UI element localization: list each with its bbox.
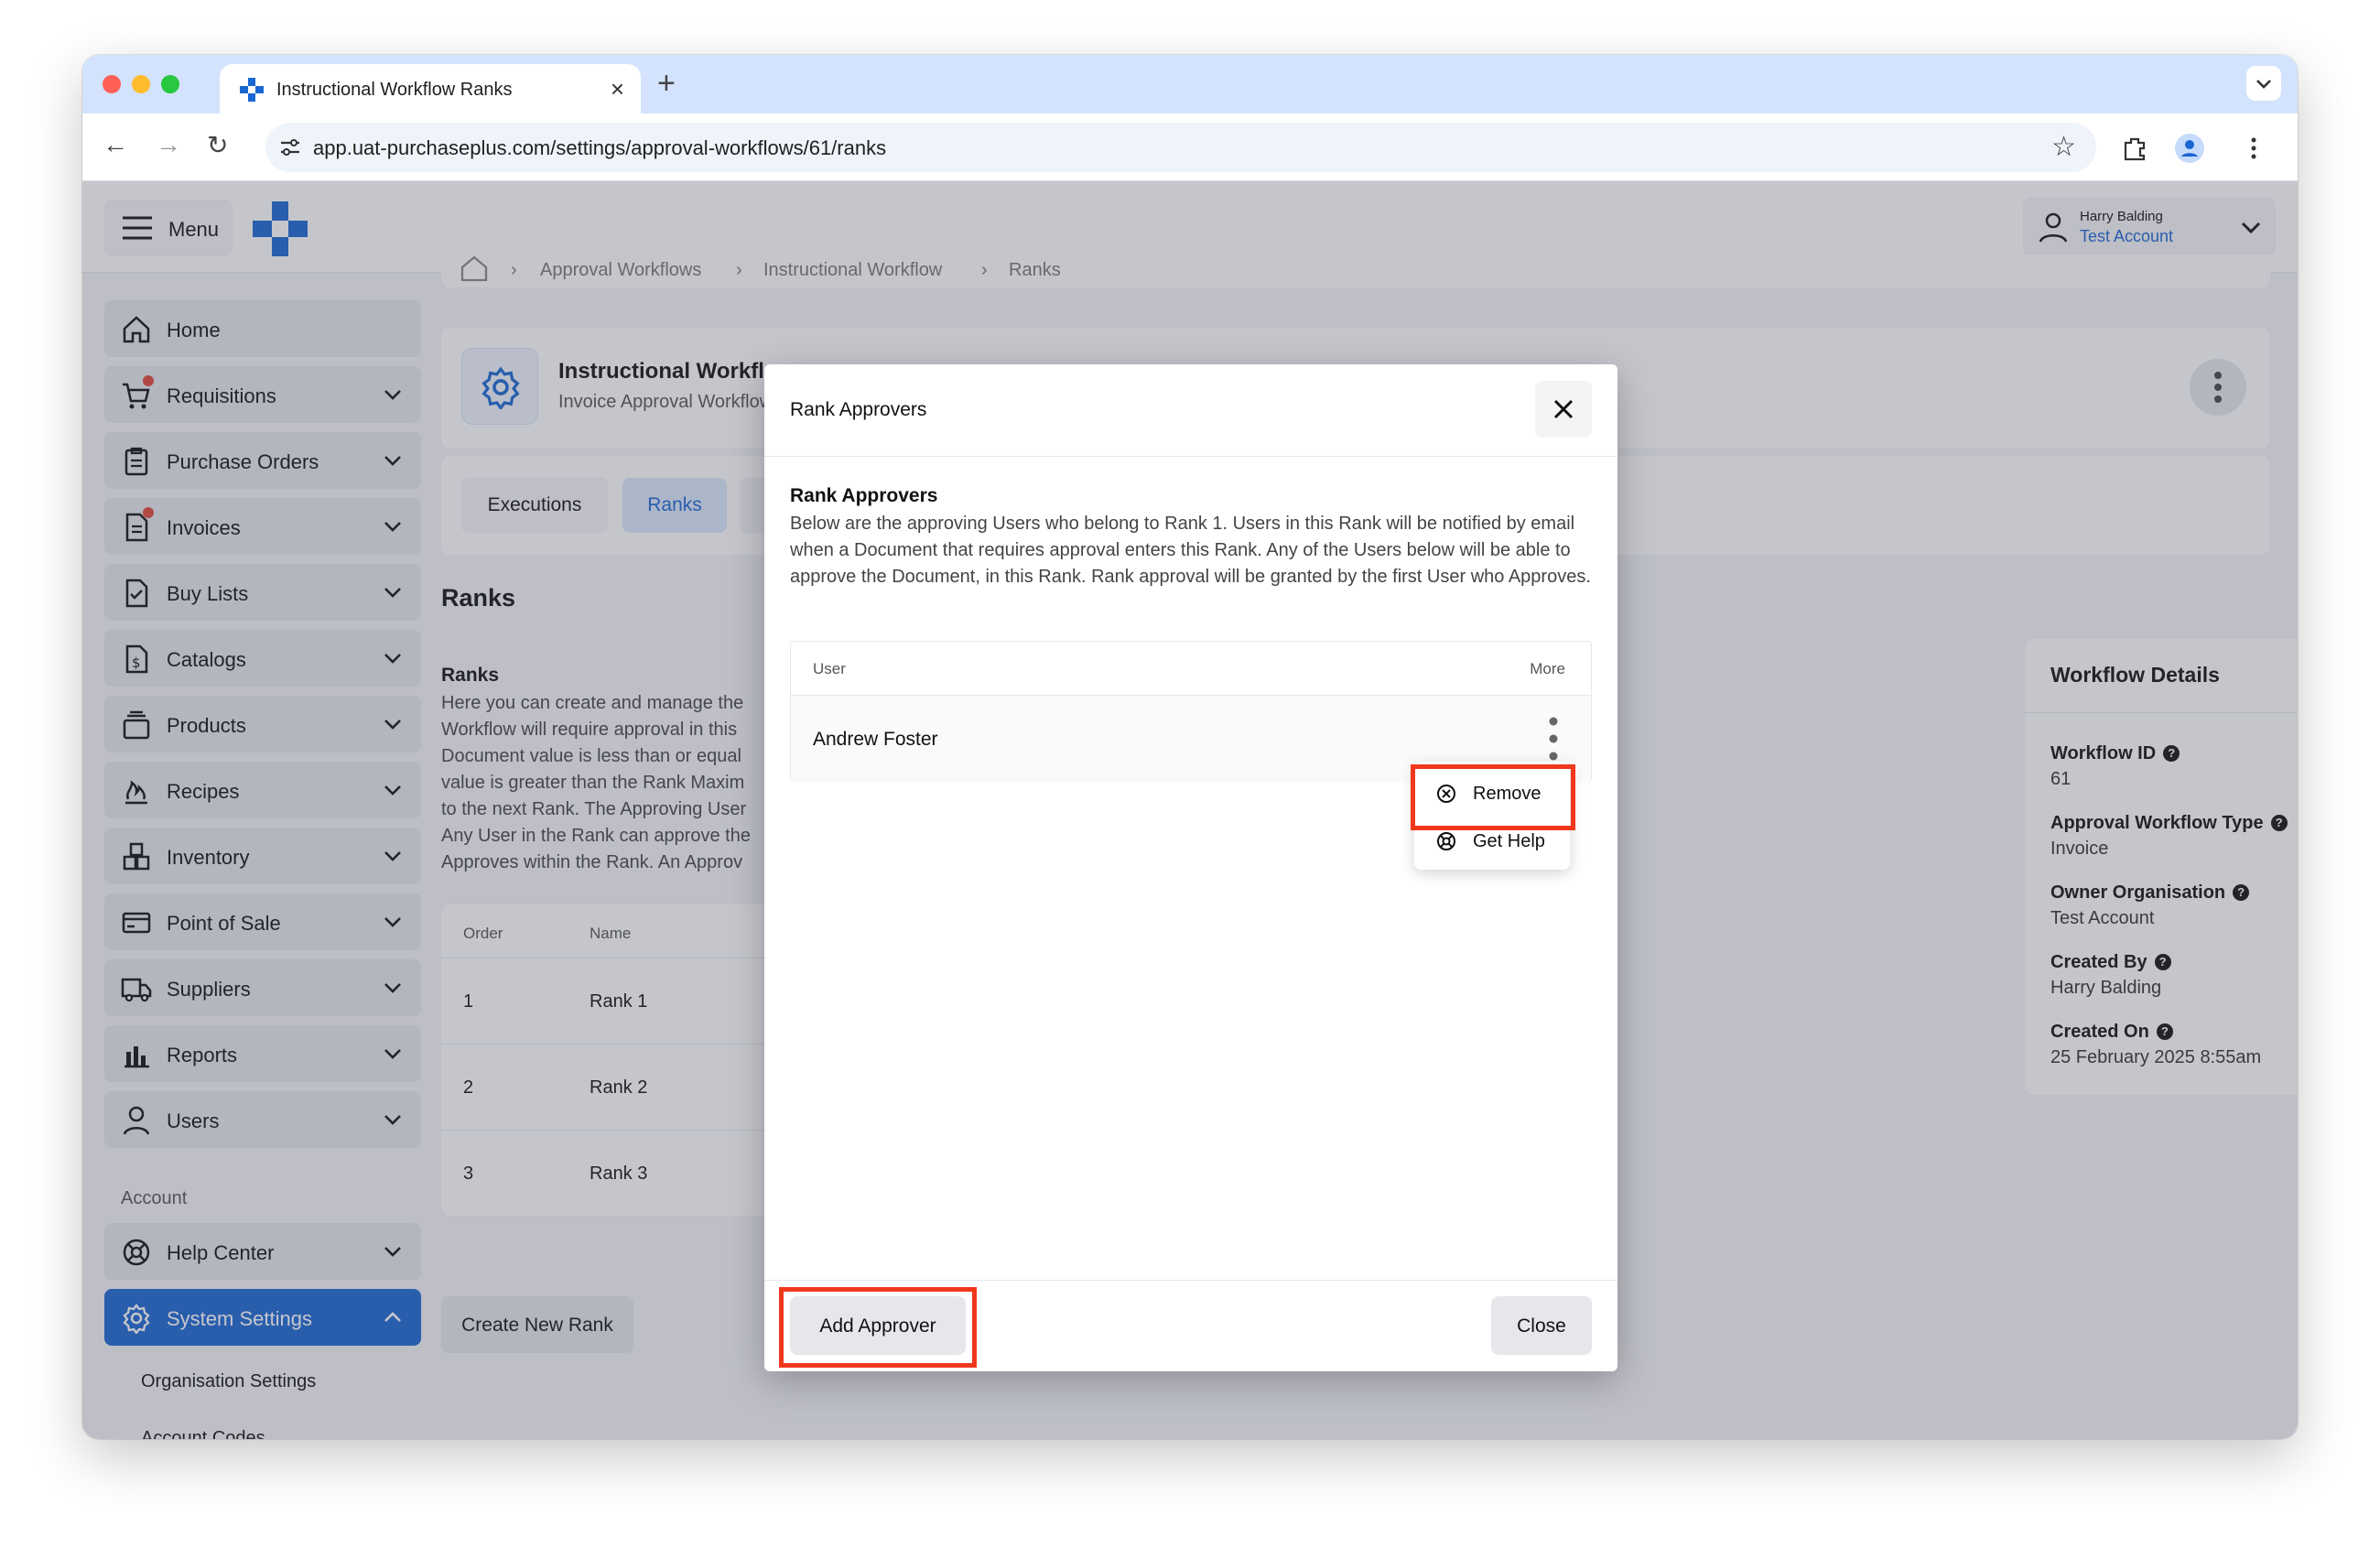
lifebuoy-icon [1437, 832, 1455, 850]
modal-description: Below are the approving Users who belong… [790, 514, 1591, 587]
close-icon [1553, 399, 1574, 419]
profile-icon [2181, 140, 2198, 157]
modal-close-button[interactable] [1535, 381, 1592, 438]
chevron-down-icon [2256, 80, 2271, 89]
close-tab-icon[interactable]: × [611, 75, 624, 103]
browser-tab[interactable]: Instructional Workflow Ranks × [220, 64, 641, 114]
kebab-icon[interactable] [1549, 716, 1558, 762]
browser-toolbar: ← → ↻ app.uat-purchaseplus.com/settings/… [82, 114, 2298, 181]
close-button[interactable]: Close [1491, 1296, 1592, 1355]
divider [764, 1280, 1617, 1281]
app-favicon-icon [240, 78, 264, 102]
approvers-table: User More Andrew Foster [790, 641, 1592, 783]
tab-search-button[interactable] [2246, 66, 2281, 101]
extensions-icon[interactable] [2120, 134, 2149, 163]
browser-tab-title: Instructional Workflow Ranks [276, 80, 513, 100]
address-bar[interactable]: app.uat-purchaseplus.com/settings/approv… [265, 123, 2096, 172]
back-icon[interactable]: ← [103, 130, 128, 159]
browser-tabbar: Instructional Workflow Ranks × + [82, 55, 2298, 114]
maximize-window-button[interactable] [161, 75, 179, 93]
browser-menu-icon[interactable] [2246, 134, 2261, 163]
column-header-user: User [813, 660, 846, 677]
modal-title: Rank Approvers [790, 399, 927, 420]
url-text: app.uat-purchaseplus.com/settings/approv… [313, 136, 887, 159]
page-viewport: Menu Harry Balding Test Account Home Req… [82, 181, 2298, 1439]
profile-avatar[interactable] [2175, 134, 2204, 163]
highlight-add-approver [779, 1287, 977, 1368]
approver-name: Andrew Foster [813, 729, 938, 750]
browser-window: Instructional Workflow Ranks × + ← → ↻ a… [82, 55, 2298, 1439]
new-tab-icon[interactable]: + [657, 66, 676, 102]
rank-approvers-modal: Rank Approvers Rank Approvers Below are … [764, 364, 1617, 1371]
bookmark-star-icon[interactable]: ☆ [2051, 131, 2076, 163]
site-settings-icon[interactable] [278, 135, 302, 159]
forward-icon[interactable]: → [156, 130, 181, 159]
close-window-button[interactable] [103, 75, 121, 93]
minimize-window-button[interactable] [132, 75, 150, 93]
highlight-remove [1411, 764, 1575, 830]
divider [764, 456, 1617, 457]
reload-icon[interactable]: ↻ [207, 130, 228, 160]
get-help-label: Get Help [1473, 831, 1545, 851]
modal-heading: Rank Approvers [790, 485, 938, 506]
column-header-more: More [1530, 660, 1565, 677]
